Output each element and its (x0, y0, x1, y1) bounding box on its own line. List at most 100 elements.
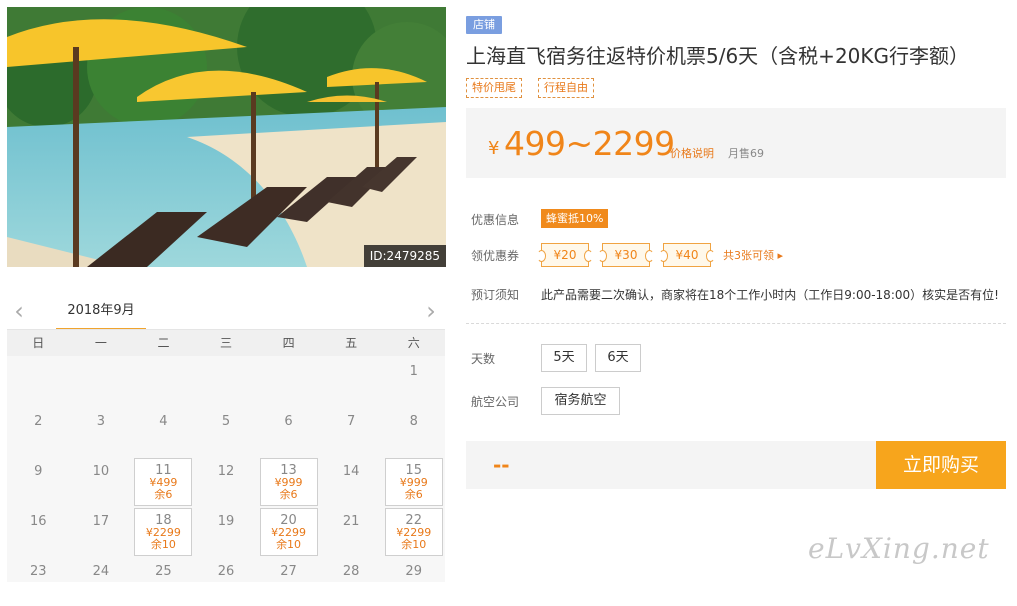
calendar-day-number: 26 (217, 564, 235, 579)
calendar-day-number: 22 (405, 513, 422, 528)
calendar-day: 10 (70, 456, 132, 506)
calendar-day-number: 15 (405, 463, 422, 478)
calendar-day: 3 (70, 406, 132, 456)
calendar-day: 6 (258, 406, 320, 456)
calendar-day: 2 (7, 406, 69, 456)
coupon-40[interactable]: ¥40 (659, 243, 715, 267)
calendar-day: 27 (258, 556, 320, 606)
calendar-grid: 1 2 3 4 5 6 7 8 9 10 11 ¥499 余6 12 13 ¥999 余6 14 15 ¥999 余6 1… (7, 356, 445, 582)
weekday-label: 二 (157, 336, 170, 350)
calendar-day-stock: 余6 (404, 488, 423, 501)
calendar-day-number: 12 (217, 464, 235, 479)
calendar-day-number: 25 (155, 564, 172, 579)
calendar-day-number: 2 (34, 414, 43, 429)
product-title-text: 上海直飞宿务往返特价机票5/6天（含税+20KG行李额） (466, 44, 970, 68)
calendar-day: 21 (320, 506, 382, 556)
calendar-day: 28 (320, 556, 382, 606)
calendar-day-number: 4 (159, 414, 168, 429)
calendar-day: 26 (195, 556, 257, 606)
calendar-day-available[interactable]: 13 ¥999 余6 (259, 458, 318, 506)
weekday-label: 三 (220, 336, 233, 350)
coupon-20[interactable]: ¥20 (537, 243, 593, 267)
calendar-day-number: 27 (280, 564, 297, 579)
discount-label: 优惠信息 (471, 213, 520, 227)
beach-umbrella-image (7, 7, 446, 267)
calendar-day-number: 13 (280, 463, 297, 478)
weekday-label: 六 (407, 336, 420, 350)
calendar-day-available[interactable]: 11 ¥499 余6 (134, 458, 193, 506)
calendar-day-stock: 余6 (154, 488, 173, 501)
product-title: 店铺上海直飞宿务往返特价机票5/6天（含税+20KG行李额） (466, 8, 1006, 72)
calendar-next-button[interactable]: › (421, 299, 441, 324)
calendar-day-number: 18 (155, 513, 172, 528)
calendar-day-available[interactable]: 18 ¥2299 余10 (134, 508, 193, 556)
calendar-day-number: 14 (342, 464, 360, 479)
price-range: 499~2299 (504, 124, 675, 163)
weekday-label: 日 (32, 336, 45, 350)
weekday-label: 五 (345, 336, 358, 350)
calendar-day-number: 17 (92, 514, 110, 529)
calendar-day-number: 21 (342, 514, 360, 529)
calendar-day: 7 (320, 406, 382, 456)
calendar-day-available[interactable]: 22 ¥2299 余10 (384, 508, 443, 556)
calendar-day-number: 6 (284, 414, 293, 429)
calendar-day: 14 (320, 456, 382, 506)
calendar-day-number: 11 (155, 463, 172, 478)
weekday-label: 一 (94, 336, 107, 350)
calendar-day: 29 (383, 556, 445, 606)
calendar-day: 1 (383, 356, 445, 406)
calendar-day-number: 19 (217, 514, 235, 529)
booking-label: 预订须知 (471, 288, 520, 302)
calendar-day-stock: 余6 (279, 488, 298, 501)
calendar-day-number: 16 (30, 514, 47, 529)
calendar-day: 5 (195, 406, 257, 456)
product-photo: ID:2479285 (7, 7, 446, 267)
monthly-sales: 月售69 (728, 147, 764, 160)
calendar-day-stock: 余10 (150, 538, 176, 551)
calendar-day: 4 (132, 406, 194, 456)
calendar-day-available[interactable]: 15 ¥999 余6 (384, 458, 443, 506)
option-5-days[interactable]: 5天 (541, 344, 587, 372)
price-explain-link[interactable]: 价格说明 (670, 145, 714, 161)
weekday-label: 四 (282, 336, 295, 350)
calendar-day: 12 (195, 456, 257, 506)
shop-badge: 店铺 (466, 16, 502, 34)
calendar-day: 17 (70, 506, 132, 556)
calendar-day-number: 9 (34, 464, 43, 479)
coupon-more-link[interactable]: 共3张可领 ▸ (723, 247, 783, 263)
calendar-prev-button[interactable]: ‹ (9, 299, 29, 324)
days-label: 天数 (471, 352, 496, 366)
calendar-day-number: 10 (92, 464, 110, 479)
coupon-30[interactable]: ¥30 (598, 243, 654, 267)
calendar-day: 9 (7, 456, 69, 506)
option-airline-cebu[interactable]: 宿务航空 (541, 387, 620, 415)
selected-price-placeholder: -- (493, 453, 510, 477)
calendar-month-title: 2018年9月 (56, 300, 146, 330)
honey-discount-badge: 蜂蜜抵10% (541, 209, 609, 228)
price-currency: ¥ (488, 138, 500, 159)
calendar-day-number: 8 (409, 414, 418, 429)
section-divider (466, 323, 1006, 324)
tag-free-itinerary: 行程自由 (538, 78, 594, 98)
calendar-day: 8 (383, 406, 445, 456)
calendar-day: 24 (70, 556, 132, 606)
calendar-day-stock: 余10 (401, 538, 427, 551)
image-id-label: ID:2479285 (363, 245, 446, 267)
tag-special-deal: 特价甩尾 (466, 78, 522, 98)
calendar-day-stock: 余10 (276, 538, 302, 551)
calendar-day-number: 23 (30, 564, 47, 579)
price-panel: ¥ 499~2299 价格说明 月售69 (466, 108, 1006, 178)
calendar-day: 16 (7, 506, 69, 556)
option-6-days[interactable]: 6天 (595, 344, 641, 372)
calendar-day: 23 (7, 556, 69, 606)
calendar-day-number: 5 (221, 414, 231, 429)
calendar-day-number: 1 (409, 364, 418, 379)
watermark: eLvXing.net (808, 532, 990, 565)
buy-now-button[interactable]: 立即购买 (876, 441, 1006, 489)
calendar-weekday-header: 日一二三四五六 (7, 330, 445, 356)
calendar-day-available[interactable]: 20 ¥2299 余10 (259, 508, 318, 556)
calendar-day-number: 3 (96, 414, 105, 429)
calendar-day: 19 (195, 506, 257, 556)
calendar-day-number: 29 (405, 564, 422, 579)
calendar-day-number: 7 (347, 414, 356, 429)
